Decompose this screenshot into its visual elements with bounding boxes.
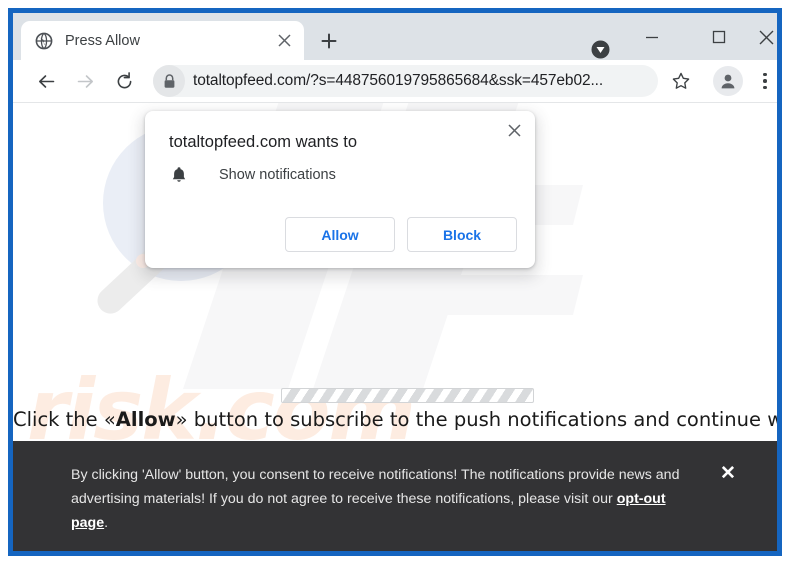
- consent-banner-close-icon[interactable]: ✕: [716, 461, 740, 485]
- consent-banner: By clicking 'Allow' button, you consent …: [13, 441, 777, 551]
- lock-icon[interactable]: [153, 65, 185, 97]
- consent-text-part1: By clicking 'Allow' button, you consent …: [71, 467, 680, 507]
- url-text[interactable]: totaltopfeed.com/?s=448756019795865684&s…: [193, 72, 603, 90]
- tab-close-icon[interactable]: [272, 29, 296, 53]
- three-dot-menu-icon[interactable]: [753, 66, 777, 96]
- page-viewport: risk.com pc Click the «Allow» button to …: [13, 103, 777, 551]
- window-maximize-button[interactable]: [696, 21, 742, 53]
- forward-button[interactable]: [70, 66, 100, 96]
- consent-text-part2: .: [104, 515, 109, 531]
- account-avatar-icon[interactable]: [713, 66, 743, 96]
- block-button[interactable]: Block: [407, 217, 517, 252]
- bell-icon: [169, 165, 189, 185]
- tab-title: Press Allow: [65, 32, 140, 49]
- window-minimize-button[interactable]: [629, 21, 675, 53]
- browser-tab-press-allow[interactable]: Press Allow: [21, 21, 304, 60]
- tab-strip: Press Allow: [13, 13, 777, 60]
- new-tab-button[interactable]: [315, 27, 343, 55]
- consent-text: By clicking 'Allow' button, you consent …: [71, 463, 699, 535]
- window-close-button[interactable]: [743, 21, 777, 53]
- back-button[interactable]: [31, 66, 61, 96]
- menu-dot: [763, 79, 767, 83]
- instruction-text: Click the «Allow» button to subscribe to…: [13, 408, 777, 431]
- address-bar[interactable]: totaltopfeed.com/?s=448756019795865684&s…: [153, 65, 658, 97]
- dialog-heading: totaltopfeed.com wants to: [169, 133, 358, 151]
- dialog-close-icon[interactable]: [501, 117, 527, 143]
- reload-button[interactable]: [109, 66, 139, 96]
- globe-icon: [35, 32, 53, 50]
- browser-toolbar: totaltopfeed.com/?s=448756019795865684&s…: [13, 60, 777, 103]
- striped-progress-bar: [281, 388, 534, 403]
- allow-button[interactable]: Allow: [285, 217, 395, 252]
- instruction-allow-word: Allow: [115, 408, 176, 431]
- notification-permission-dialog: totaltopfeed.com wants to Show notificat…: [145, 111, 535, 268]
- dialog-permission-row: Show notifications: [169, 165, 336, 185]
- menu-dot: [763, 85, 767, 90]
- instruction-suffix: » button to subscribe to the push notifi…: [175, 408, 777, 431]
- browser-window: Press Allow totaltopfeed.com/?s=44875601…: [8, 8, 782, 556]
- dialog-actions: Allow Block: [285, 217, 517, 252]
- menu-dot: [763, 72, 767, 77]
- star-icon[interactable]: [666, 66, 696, 96]
- permission-label: Show notifications: [219, 167, 336, 183]
- instruction-prefix: Click the «: [13, 408, 116, 431]
- download-chevron-icon[interactable]: [585, 35, 615, 63]
